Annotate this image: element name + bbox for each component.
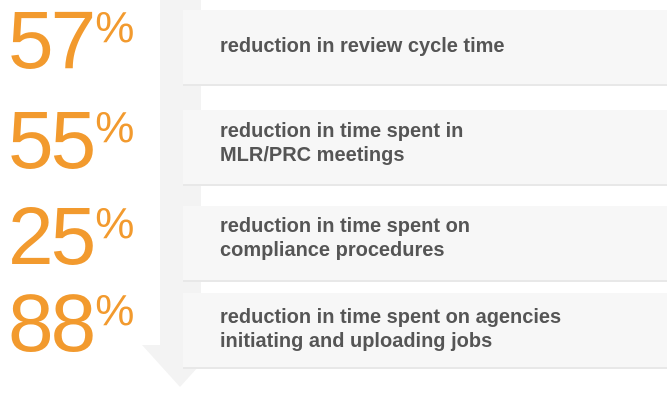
stat-number: 57: [8, 0, 96, 86]
stat-number: 55: [8, 95, 96, 186]
stat-description: reduction in time spent on compliance pr…: [220, 214, 470, 262]
stat-description-line: reduction in time spent on: [220, 215, 471, 237]
stat-row: 55% reduction in time spent in MLR/PRC m…: [0, 100, 667, 188]
stat-description-line: MLR/PRC meetings: [220, 144, 405, 166]
stat-description: reduction in time spent on agencies init…: [220, 305, 561, 353]
stat-description-line: initiating and uploading jobs: [220, 330, 493, 352]
stat-description-line: compliance procedures: [220, 239, 445, 261]
stat-description: reduction in review cycle time: [220, 34, 505, 58]
percent-sign: %: [95, 103, 135, 152]
stat-value: 55%: [8, 100, 134, 182]
stats-infographic: 57% reduction in review cycle time 55% r…: [0, 0, 667, 402]
stat-description-line: reduction in review cycle time: [220, 35, 505, 57]
stat-value: 88%: [8, 283, 134, 365]
stat-row: 25% reduction in time spent on complianc…: [0, 196, 667, 284]
stat-row: 57% reduction in review cycle time: [0, 0, 667, 88]
stat-row: 88% reduction in time spent on agencies …: [0, 283, 667, 371]
stat-description-line: reduction in time spent in: [220, 120, 464, 142]
percent-sign: %: [95, 3, 135, 52]
stat-description-line: reduction in time spent on agencies: [220, 306, 562, 328]
stat-value: 57%: [8, 0, 134, 82]
stat-value: 25%: [8, 196, 134, 278]
percent-sign: %: [95, 199, 135, 248]
percent-sign: %: [95, 286, 135, 335]
stat-number: 25: [8, 191, 96, 282]
stat-description: reduction in time spent in MLR/PRC meeti…: [220, 119, 463, 167]
stat-number: 88: [8, 278, 96, 369]
